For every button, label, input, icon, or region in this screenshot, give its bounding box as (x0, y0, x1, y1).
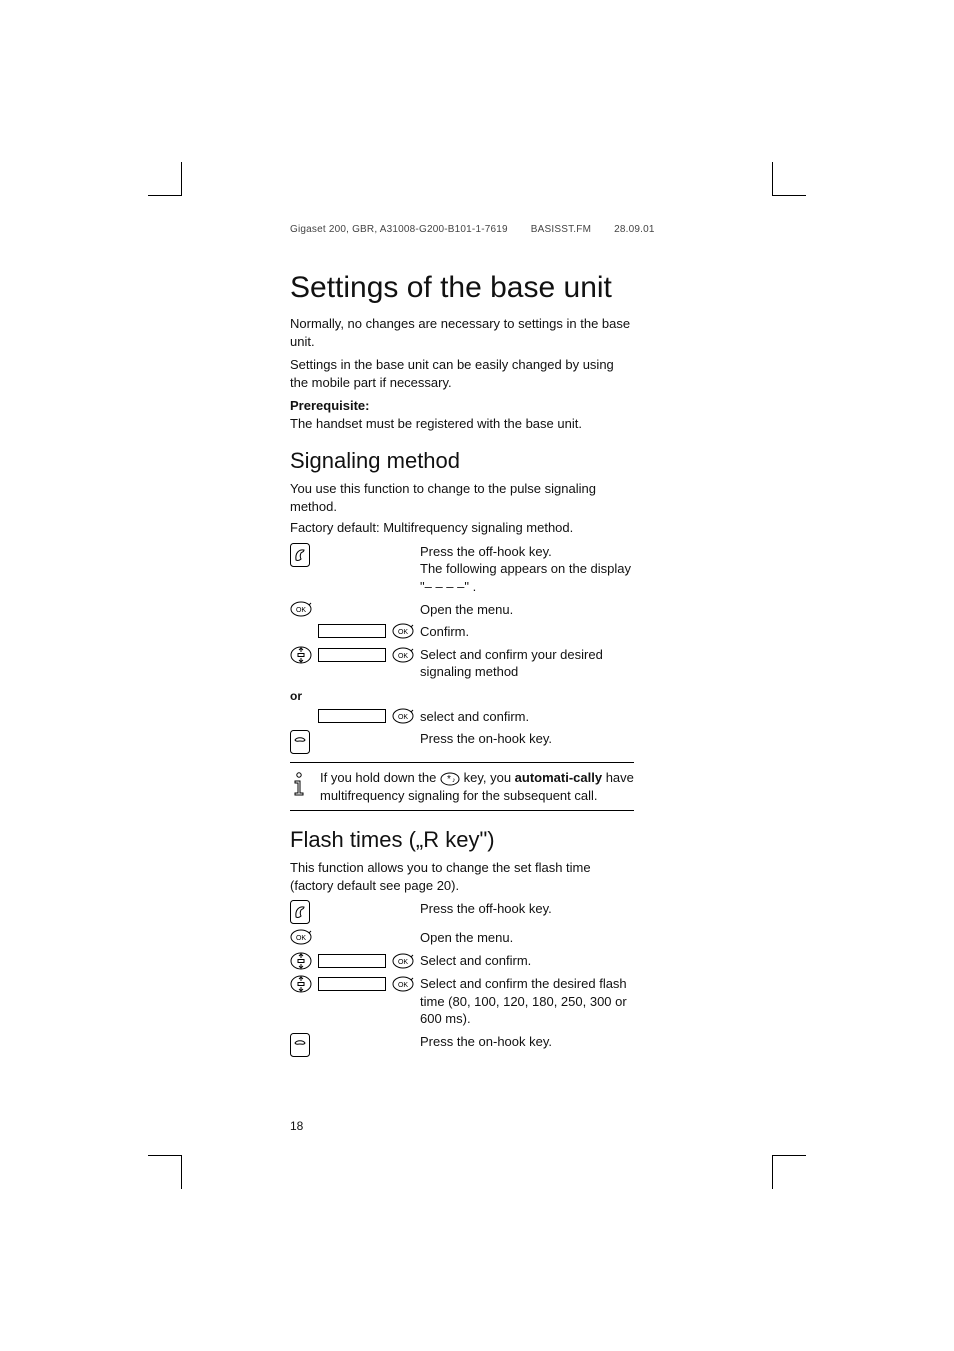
info-text: If you hold down the *♪ key, you automat… (320, 769, 634, 804)
flash-step-select: OK Select and confirm. (290, 952, 634, 970)
flash-step-select-time: OK Select and confirm the desired flash … (290, 975, 634, 1028)
offhook-text-a: Press the off-hook key. (420, 544, 552, 559)
doc-date: 28.09.01 (614, 224, 655, 235)
onhook-key-icon (290, 1033, 310, 1057)
svg-text:OK: OK (398, 959, 408, 966)
step-confirm: OK Confirm. (290, 623, 634, 641)
svg-text:OK: OK (398, 714, 408, 721)
ok-key-icon: OK (392, 647, 414, 663)
svg-text:OK: OK (296, 935, 306, 942)
flash-step-onhook: Press the on-hook key. (290, 1033, 634, 1057)
prerequisite-label: Prerequisite: (290, 398, 369, 413)
offhook-key-icon (290, 900, 310, 924)
nav-key-icon (290, 646, 312, 664)
info-after-key: key, you (464, 770, 515, 785)
display-box-icon (318, 954, 386, 968)
step-or-select: OK select and confirm. (290, 708, 634, 726)
info-note: If you hold down the *♪ key, you automat… (290, 762, 634, 811)
flash-offhook-text: Press the off-hook key. (420, 900, 634, 918)
or-label: or (290, 689, 634, 703)
info-auto: automati-cally (515, 770, 602, 785)
section-flash: Flash times („R key") (290, 827, 634, 853)
star-key-icon: *♪ (440, 772, 460, 786)
prerequisite: Prerequisite: The handset must be regist… (290, 397, 634, 432)
step-select-signal: OK Select and confirm your desired signa… (290, 646, 634, 681)
svg-text:♪: ♪ (452, 777, 456, 784)
ok-key-icon: OK (392, 953, 414, 969)
select-signal-text: Select and confirm your desired signalin… (420, 646, 634, 681)
ok-key-icon: OK (392, 623, 414, 639)
info-icon (290, 771, 308, 797)
section-signaling: Signaling method (290, 448, 634, 474)
signal-intro-2: Factory default: Multifrequency signalin… (290, 519, 634, 537)
file-name: BASISST.FM (531, 224, 591, 235)
intro-paragraph-2: Settings in the base unit can be easily … (290, 356, 634, 391)
offhook-key-icon (290, 543, 310, 567)
flash-select-time-text: Select and confirm the desired flash tim… (420, 975, 634, 1028)
display-box-icon (318, 624, 386, 638)
or-select-text: select and confirm. (420, 708, 634, 726)
ok-key-icon: OK (392, 708, 414, 724)
page-title: Settings of the base unit (290, 271, 634, 305)
step-offhook: Press the off-hook key. The following ap… (290, 543, 634, 596)
open-menu-text: Open the menu. (420, 601, 634, 619)
prerequisite-text: The handset must be registered with the … (290, 416, 582, 431)
doc-id: Gigaset 200, GBR, A31008-G200-B101-1-761… (290, 224, 508, 235)
ok-key-icon: OK (290, 929, 312, 945)
offhook-text-b: The following appears on the display "– … (420, 561, 631, 594)
nav-key-icon (290, 952, 312, 970)
svg-text:OK: OK (398, 629, 408, 636)
onhook-text: Press the on-hook key. (420, 730, 634, 748)
step-open-menu: OK Open the menu. (290, 601, 634, 619)
flash-step-offhook: Press the off-hook key. (290, 900, 634, 924)
confirm-text: Confirm. (420, 623, 634, 641)
intro-paragraph-1: Normally, no changes are necessary to se… (290, 315, 634, 350)
flash-select-text: Select and confirm. (420, 952, 634, 970)
flash-step-open-menu: OK Open the menu. (290, 929, 634, 947)
running-header: Gigaset 200, GBR, A31008-G200-B101-1-761… (290, 224, 754, 235)
flash-onhook-text: Press the on-hook key. (420, 1033, 634, 1051)
ok-key-icon: OK (392, 976, 414, 992)
info-before: If you hold down the (320, 770, 440, 785)
svg-text:OK: OK (296, 607, 306, 614)
nav-key-icon (290, 975, 312, 993)
display-box-icon (318, 977, 386, 991)
display-box-icon (318, 648, 386, 662)
svg-text:OK: OK (398, 653, 408, 660)
flash-open-menu-text: Open the menu. (420, 929, 634, 947)
onhook-key-icon (290, 730, 310, 754)
step-onhook: Press the on-hook key. (290, 730, 634, 754)
svg-text:OK: OK (398, 982, 408, 989)
page-number: 18 (290, 1119, 303, 1133)
svg-text:*: * (447, 774, 451, 785)
flash-intro: This function allows you to change the s… (290, 859, 634, 894)
ok-key-icon: OK (290, 601, 312, 617)
signal-intro-1: You use this function to change to the p… (290, 480, 634, 515)
display-box-icon (318, 709, 386, 723)
